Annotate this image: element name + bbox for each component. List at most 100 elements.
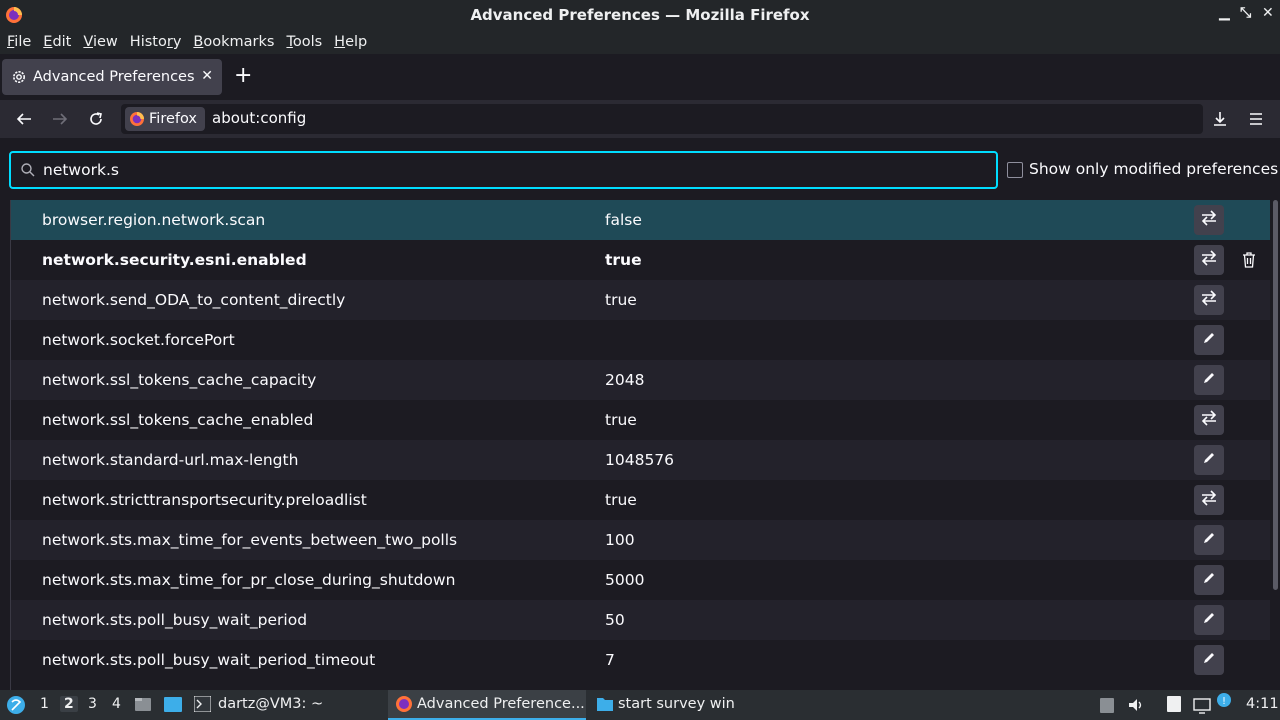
task-firefox[interactable]: Advanced Preference... — [417, 696, 585, 712]
show-modified-label[interactable]: Show only modified preferences — [1029, 160, 1278, 178]
preference-row[interactable]: browser.region.network.scan false — [11, 200, 1270, 240]
edit-button[interactable] — [1194, 325, 1224, 355]
taskbar: 1 2 3 4 dartz@VM3: ~ Advanced Preference… — [0, 690, 1280, 720]
forward-icon[interactable] — [50, 109, 70, 129]
toggle-button[interactable] — [1194, 245, 1224, 275]
toggle-icon — [1200, 210, 1218, 230]
trash-icon — [1240, 252, 1258, 273]
preference-search-input[interactable]: network.s — [9, 151, 998, 189]
menu-file[interactable]: File — [7, 34, 31, 50]
window-titlebar: Advanced Preferences — Mozilla Firefox ▁… — [0, 0, 1280, 30]
search-icon — [21, 163, 35, 177]
preference-row[interactable]: network.ssl_tokens_cache_enabled true — [11, 400, 1270, 440]
app-launcher-icon[interactable] — [6, 695, 26, 715]
firefox-icon — [396, 696, 412, 712]
preference-row[interactable]: network.send_ODA_to_content_directly true — [11, 280, 1270, 320]
firefox-logo-icon — [6, 7, 22, 23]
network-icon[interactable] — [1192, 695, 1212, 715]
task-terminal[interactable]: dartz@VM3: ~ — [218, 696, 323, 712]
workspace-3[interactable]: 3 — [88, 696, 97, 712]
workspace-4[interactable]: 4 — [112, 696, 121, 712]
edit-button[interactable] — [1194, 365, 1224, 395]
menu-history[interactable]: History — [130, 34, 182, 50]
notification-icon[interactable]: ! — [1216, 692, 1232, 708]
edit-button[interactable] — [1194, 605, 1224, 635]
edit-button[interactable] — [1194, 645, 1224, 675]
edit-button[interactable] — [1194, 445, 1224, 475]
preference-name: network.socket.forcePort — [42, 331, 235, 349]
edit-button[interactable] — [1194, 525, 1224, 555]
menu-help[interactable]: Help — [334, 34, 367, 50]
menu-view[interactable]: View — [83, 34, 117, 50]
menu-tools[interactable]: Tools — [286, 34, 322, 50]
gear-icon — [13, 71, 25, 83]
firefox-icon — [130, 112, 144, 126]
search-value: network.s — [43, 161, 119, 179]
preference-row[interactable]: network.sts.max_time_for_events_between_… — [11, 520, 1270, 560]
pencil-icon — [1202, 451, 1216, 469]
toggle-icon — [1200, 490, 1218, 510]
toggle-icon — [1200, 250, 1218, 270]
scrollbar[interactable] — [1273, 200, 1278, 590]
preference-row[interactable]: network.socket.forcePort — [11, 320, 1270, 360]
preference-value: true — [605, 411, 637, 429]
preference-row[interactable]: network.sts.max_time_for_pr_close_during… — [11, 560, 1270, 600]
tab-advanced-preferences[interactable]: Advanced Preferences ✕ — [2, 59, 222, 95]
notes-icon[interactable] — [1165, 695, 1183, 713]
toggle-icon — [1200, 290, 1218, 310]
tab-bar: Advanced Preferences ✕ + — [0, 54, 1280, 100]
toggle-button[interactable] — [1194, 485, 1224, 515]
workspace-1[interactable]: 1 — [40, 696, 49, 712]
reset-button[interactable] — [1240, 251, 1258, 269]
preference-row[interactable]: network.sts.poll_busy_wait_period_timeou… — [11, 640, 1270, 680]
new-tab-button[interactable]: + — [234, 65, 252, 87]
edit-button[interactable] — [1194, 565, 1224, 595]
app-menu-icon[interactable] — [1246, 109, 1266, 129]
volume-icon[interactable] — [1127, 696, 1145, 714]
downloads-icon[interactable] — [1210, 109, 1230, 129]
preference-name: network.ssl_tokens_cache_capacity — [42, 371, 317, 389]
preference-value: 50 — [605, 611, 625, 629]
task-folder[interactable]: start survey win — [618, 696, 735, 712]
preference-row[interactable]: network.standard-url.max-length 1048576 — [11, 440, 1270, 480]
file-manager-icon[interactable] — [134, 695, 152, 713]
toggle-button[interactable] — [1194, 405, 1224, 435]
reload-icon[interactable] — [86, 109, 106, 129]
clipboard-icon[interactable] — [1099, 696, 1115, 714]
close-window-icon[interactable]: ✕ — [1262, 5, 1274, 21]
preference-name: network.ssl_tokens_cache_enabled — [42, 411, 314, 429]
preference-value: true — [605, 251, 642, 269]
menu-bookmarks[interactable]: Bookmarks — [193, 34, 274, 50]
preference-row[interactable]: network.security.esni.enabled true — [11, 240, 1270, 280]
show-modified-checkbox[interactable] — [1007, 162, 1023, 178]
desktop-icon[interactable] — [163, 696, 183, 713]
preference-value: true — [605, 291, 637, 309]
preference-name: network.standard-url.max-length — [42, 451, 299, 469]
preference-row[interactable]: network.sts.poll_busy_wait_period 50 — [11, 600, 1270, 640]
preference-name: network.sts.poll_busy_wait_period — [42, 611, 308, 629]
pencil-icon — [1202, 331, 1216, 349]
maximize-icon[interactable]: ⤡ — [1240, 5, 1251, 21]
preference-row[interactable]: network.ssl_tokens_cache_capacity 2048 — [11, 360, 1270, 400]
window-title: Advanced Preferences — Mozilla Firefox — [470, 6, 810, 24]
toggle-button[interactable] — [1194, 285, 1224, 315]
preference-value: false — [605, 211, 642, 229]
clock[interactable]: 4:11 — [1246, 696, 1279, 712]
back-icon[interactable] — [14, 109, 34, 129]
pencil-icon — [1202, 371, 1216, 389]
menu-edit[interactable]: Edit — [43, 34, 71, 50]
url-bar[interactable]: Firefox about:config — [121, 104, 1203, 134]
terminal-icon — [194, 696, 211, 712]
pencil-icon — [1202, 571, 1216, 589]
preference-value: 7 — [605, 651, 615, 669]
identity-box[interactable]: Firefox — [125, 107, 205, 131]
preference-name: network.sts.max_time_for_pr_close_during… — [42, 571, 456, 589]
menu-bar: File Edit View History Bookmarks Tools H… — [0, 30, 1280, 54]
preferences-table: browser.region.network.scan false network.… — [10, 200, 1270, 690]
close-tab-icon[interactable]: ✕ — [201, 68, 213, 84]
workspace-2[interactable]: 2 — [60, 696, 78, 712]
preference-row[interactable]: network.stricttransportsecurity.preloadl… — [11, 480, 1270, 520]
url-text[interactable]: about:config — [212, 109, 306, 127]
minimize-icon[interactable]: ▁ — [1219, 5, 1230, 21]
toggle-button[interactable] — [1194, 205, 1224, 235]
